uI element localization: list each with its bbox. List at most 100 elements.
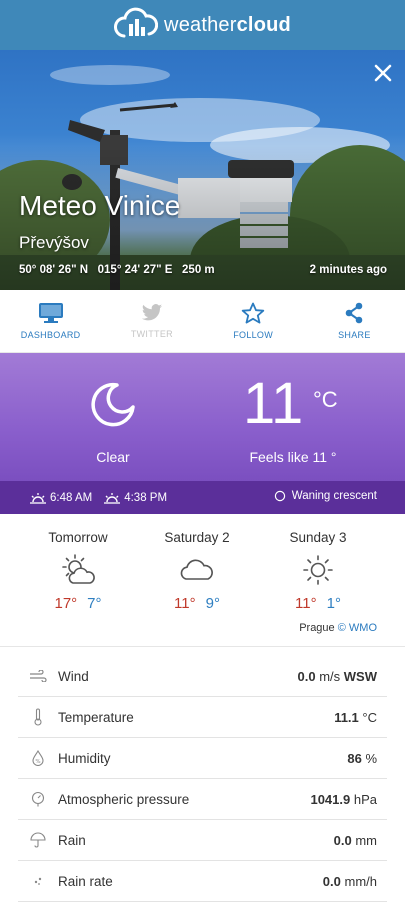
cloud-icon [142,553,252,587]
sensor-value-number: 0.0 [322,873,341,889]
sensor-row-pressure[interactable]: Atmospheric pressure 1041.9 hPa [18,779,387,820]
sensor-label: Temperature [58,709,134,725]
sunset-icon [104,492,121,504]
svg-text:%: % [35,759,40,765]
star-icon [241,302,265,324]
thermometer-icon [18,708,58,726]
sunrise: 6:48 AM [30,492,92,504]
sensor-row-rain-rate[interactable]: Rain rate 0.0 mm/h [18,861,387,902]
forecast-min: 7° [87,595,102,612]
dashboard-label: DASHBOARD [20,330,81,340]
forecast-day: Sunday 3 11° 1° [263,530,373,612]
brand-name-bold: cloud [236,13,291,36]
sunrise-time: 6:48 AM [50,491,93,504]
feels-like: Feels like 11 ° [249,449,337,465]
sunset: 4:38 PM [104,492,167,504]
sensor-row-rain[interactable]: Rain 0.0 mm [18,820,387,861]
sensor-value: 0.0 m/s WSW [298,669,378,684]
temperature-unit: °C [313,387,338,412]
current-conditions: Clear 11 °C Feels like 11 ° [0,353,405,481]
brand-name: weathercloud [164,14,291,37]
current-condition: Clear [96,449,130,465]
sensor-value: 86 % [347,751,377,766]
sensor-value: 11.1 °C [334,710,377,725]
sensor-label: Rain rate [58,873,113,889]
sun-icon [263,553,373,587]
sun-cloud-icon [23,553,133,587]
moon-phase: Waning crescent [274,490,377,502]
forecast-temps: 11° 1° [263,595,373,612]
umbrella-icon [18,832,58,848]
moon-phase-icon [274,490,285,502]
sunset-time: 4:38 PM [124,491,168,504]
share-icon [346,302,363,324]
forecast: Tomorrow 17° 7° Saturday 2 11° 9° Sunday… [0,514,405,647]
sensor-row-humidity[interactable]: % Humidity 86 % [18,738,387,779]
station-name: Meteo Vinice [19,190,181,221]
sensor-value-number: 1041.9 [310,791,351,807]
forecast-day-name: Saturday 2 [164,530,230,545]
close-button[interactable] [371,62,395,86]
sensor-unit: m/s [319,668,341,684]
wind-direction: WSW [343,668,377,684]
twitter-icon [141,304,162,321]
sensor-value: 1041.9 hPa [310,792,377,807]
sensor-unit: % [365,750,377,766]
sensor-label: Atmospheric pressure [58,791,190,807]
forecast-day: Saturday 2 11° 9° [142,530,252,612]
last-update: 2 minutes ago [309,264,387,276]
sun-moon-bar: 6:48 AM 4:38 PM Waning crescent [0,481,405,514]
monitor-icon [38,303,63,323]
sensor-value: 0.0 mm/h [323,874,377,889]
share-label: SHARE [338,330,371,340]
follow-button[interactable]: FOLLOW [203,290,304,352]
sensor-list: Wind 0.0 m/s WSW Temperature 11.1 °C % H… [18,656,387,902]
close-icon [374,64,392,82]
forecast-min: 1° [326,595,341,612]
twitter-button[interactable]: TWITTER [101,290,202,352]
rain-rate-icon [18,875,58,887]
share-button[interactable]: SHARE [304,290,405,352]
wmo-link[interactable]: © WMO [338,622,377,634]
forecast-source: Prague © WMO [299,622,377,634]
forecast-day-name: Tomorrow [48,530,108,545]
sensor-value-number: 86 [347,750,362,766]
sensor-unit: hPa [353,791,377,807]
forecast-min: 9° [205,595,220,612]
sensor-value-number: 0.0 [297,668,316,684]
forecast-day-name: Sunday 3 [289,530,347,545]
sensor-label: Humidity [58,750,111,766]
moon-clear-icon [89,381,137,434]
sensor-value: 0.0 mm [334,833,377,848]
forecast-max: 11° [174,595,196,612]
sensor-row-wind[interactable]: Wind 0.0 m/s WSW [18,656,387,697]
sensor-value-number: 0.0 [333,832,352,848]
sensor-unit: °C [362,709,377,725]
sensor-value-number: 11.1 [334,709,359,725]
humidity-drop-icon: % [18,750,58,766]
sensor-label: Rain [58,832,86,848]
moon-phase-text: Waning crescent [291,490,377,502]
station-place: Převýšov [19,233,89,252]
top-bar: weathercloud [0,0,405,50]
forecast-day: Tomorrow 17° 7° [23,530,133,612]
sensor-label: Wind [58,668,89,684]
forecast-city: Prague [299,622,335,634]
brand-logo[interactable]: weathercloud [114,6,291,45]
sensor-unit: mm/h [344,873,378,889]
sensor-row-temperature[interactable]: Temperature 11.1 °C [18,697,387,738]
dashboard-button[interactable]: DASHBOARD [0,290,101,352]
follow-label: FOLLOW [233,330,274,340]
forecast-max: 11° [295,595,317,612]
forecast-temps: 11° 9° [142,595,252,612]
wind-icon [18,670,58,682]
sunrise-icon [30,492,46,504]
action-bar: DASHBOARD TWITTER FOLLOW SHARE [0,290,405,353]
weathercloud-logo-icon [114,6,159,45]
current-temperature: 11 [243,371,304,436]
forecast-temps: 17° 7° [23,595,133,612]
station-coordinates: 50° 08' 26" N 015° 24' 27" E 250 m [19,264,215,276]
brand-name-light: weather [164,13,237,36]
pressure-icon [18,791,58,807]
twitter-label: TWITTER [130,329,173,339]
